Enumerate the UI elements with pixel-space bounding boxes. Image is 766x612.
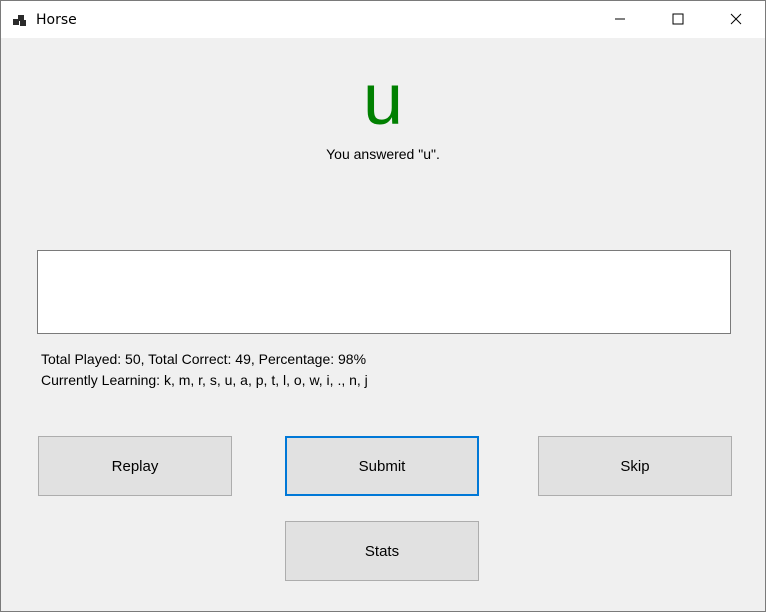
title-bar[interactable]: Horse xyxy=(1,1,765,38)
maximize-button[interactable] xyxy=(649,1,707,38)
maximize-icon xyxy=(672,10,684,29)
stats-button[interactable]: Stats xyxy=(285,521,479,581)
close-button[interactable] xyxy=(707,1,765,38)
submit-button[interactable]: Submit xyxy=(285,436,479,496)
answer-input[interactable] xyxy=(37,250,731,334)
skip-button[interactable]: Skip xyxy=(538,436,732,496)
window-title: Horse xyxy=(36,12,77,28)
feedback-text: You answered "u". xyxy=(326,146,440,162)
close-icon xyxy=(730,10,742,29)
app-window: Horse u You answered "u". Total Played: … xyxy=(0,0,766,612)
learning-list: Currently Learning: k, m, r, s, u, a, p,… xyxy=(41,372,368,388)
app-window-icon xyxy=(12,12,28,28)
prompt-letter: u xyxy=(362,60,404,140)
replay-button[interactable]: Replay xyxy=(38,436,232,496)
minimize-button[interactable] xyxy=(591,1,649,38)
stats-summary: Total Played: 50, Total Correct: 49, Per… xyxy=(41,351,367,367)
minimize-icon xyxy=(614,10,626,29)
client-area: u You answered "u". Total Played: 50, To… xyxy=(1,38,765,611)
